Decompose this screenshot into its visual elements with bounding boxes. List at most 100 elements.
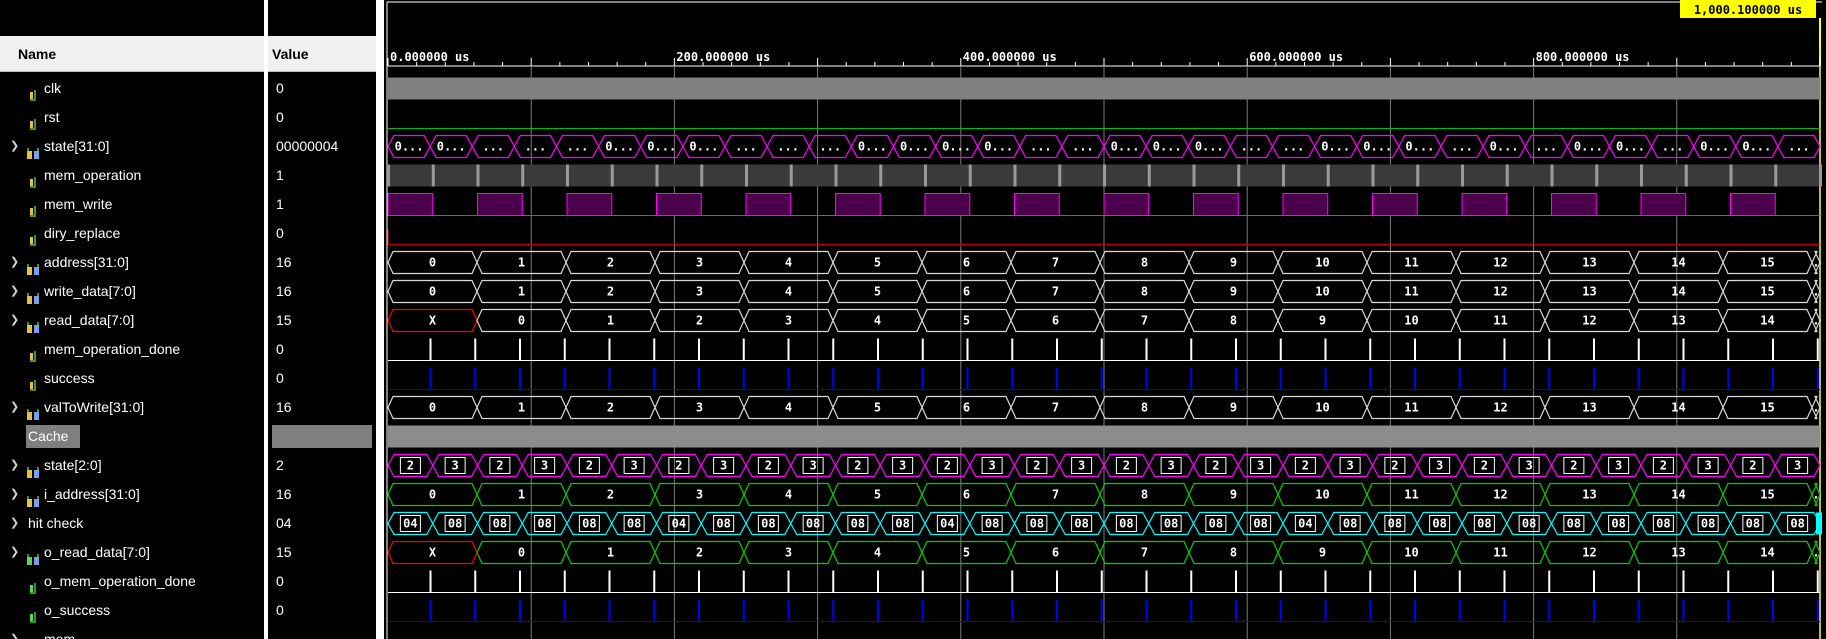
signal-value — [268, 625, 376, 639]
signal-row-diry-replace[interactable]: diry_replace — [0, 219, 264, 248]
ruler-time-label: 600.000000 us — [1249, 50, 1343, 64]
name-column-header[interactable]: Name — [0, 36, 264, 72]
cyan-edge-marker — [1816, 512, 1822, 535]
bus-value-label: 08 — [1074, 517, 1088, 531]
bus-value-label: 08 — [806, 517, 820, 531]
bus-value-label: 08 — [1656, 517, 1670, 531]
signal-row-cache[interactable]: Cache — [0, 422, 264, 451]
signal-row-valtowrite-31-0-[interactable]: ❯ valToWrite[31:0] — [0, 393, 264, 422]
expand-chevron-icon[interactable]: ❯ — [10, 277, 20, 306]
signal-row-address-31-0-[interactable]: ❯ address[31:0] — [0, 248, 264, 277]
expand-chevron-icon[interactable]: ❯ — [10, 451, 20, 480]
signal-name-label: address[31:0] — [44, 254, 129, 270]
bus-signal-icon — [27, 141, 40, 159]
signal-value: 04 — [276, 515, 292, 531]
expand-chevron-icon[interactable]: ❯ — [10, 480, 20, 509]
signal-row-read-data-7-0-[interactable]: ❯ read_data[7:0] — [0, 306, 264, 335]
bus-value-label: 2 — [1481, 459, 1488, 473]
bus-value-label: 2 — [1749, 459, 1756, 473]
mem-write-high — [835, 193, 881, 216]
waveform-pane[interactable]: 1,000.100000 us 0.000000 us 200.000000 us 4… — [384, 0, 1826, 639]
signal-row-write-data-7-0-[interactable]: ❯ write_data[7:0] — [0, 277, 264, 306]
mem-operation-gap — [655, 164, 659, 187]
bus-value-label: 7 — [1052, 401, 1059, 415]
signal-row-mem-write[interactable]: mem_write — [0, 190, 264, 219]
mem-operation-gap — [1729, 164, 1733, 187]
mem-write-high — [566, 193, 613, 216]
bus-value-label: 15 — [1760, 401, 1774, 415]
bus-value-label: 0... — [1574, 140, 1603, 154]
bus-value-label: 0... — [437, 140, 466, 154]
bus-value-label: 10 — [1404, 546, 1418, 560]
signal-row-o-success[interactable]: o_success — [0, 596, 264, 625]
scalar-signal-icon — [27, 83, 40, 101]
mem-write-high — [1103, 193, 1150, 216]
signal-name-label: mem — [44, 631, 76, 639]
bus-value-label: 0... — [1700, 140, 1729, 154]
bus-value-label: 11 — [1493, 314, 1507, 328]
ruler-time-label: 200.000000 us — [676, 50, 770, 64]
mem-write-high — [1730, 193, 1776, 216]
bus-value-label: 13 — [1671, 546, 1685, 560]
bus-value-label: 12 — [1493, 285, 1507, 299]
expand-chevron-icon[interactable]: ❯ — [10, 248, 20, 277]
bus-value-label: X — [429, 546, 437, 560]
bus-value-label: 12 — [1493, 256, 1507, 270]
signal-name-label: success — [44, 370, 95, 386]
mem-operation-gap — [924, 164, 927, 187]
expand-chevron-icon[interactable]: ❯ — [10, 306, 20, 335]
expand-chevron-icon[interactable]: ❯ — [10, 538, 20, 567]
signal-row-mem[interactable]: ❯ mem — [0, 625, 264, 639]
bus-value-label: 9 — [1319, 314, 1326, 328]
signal-row-success[interactable]: success — [0, 364, 264, 393]
scalar-signal-icon — [27, 170, 40, 188]
signal-name-label: mem_write — [44, 196, 113, 212]
signal-value: 1 — [276, 196, 284, 212]
bus-value-label: 3 — [1526, 459, 1533, 473]
bus-value-label: 08 — [582, 517, 596, 531]
signal-row-o-read-data-7-0-[interactable]: ❯ o_read_data[7:0] — [0, 538, 264, 567]
signal-value: 16 — [276, 399, 292, 415]
bus-value-label: 2 — [607, 285, 614, 299]
mem-operation-gap — [1237, 164, 1241, 187]
signal-value: 16 — [276, 254, 292, 270]
value-column-header[interactable]: Value — [268, 36, 376, 72]
signal-row-i-address-31-0-[interactable]: ❯ i_address[31:0] — [0, 480, 264, 509]
signal-row-hit-check[interactable]: ❯ hit check — [0, 509, 264, 538]
bus-value-label: ... — [1535, 140, 1557, 154]
bus-value-label: . — [1812, 488, 1819, 502]
mem-operation-gap — [789, 164, 793, 187]
bus-value-label: 6 — [1052, 314, 1059, 328]
bus-value-label: ... — [1283, 140, 1305, 154]
bus-value-label: 4 — [785, 401, 792, 415]
bus-value-label: 2 — [1212, 459, 1219, 473]
pane-splitter[interactable] — [376, 0, 384, 639]
signal-row-mem-operation[interactable]: mem_operation — [0, 161, 264, 190]
signal-row-mem-operation-done[interactable]: mem_operation_done — [0, 335, 264, 364]
expand-chevron-icon[interactable]: ❯ — [10, 509, 20, 538]
scalar-signal-icon — [27, 373, 40, 391]
signal-name-label: read_data[7:0] — [44, 312, 135, 328]
expand-chevron-icon[interactable]: ❯ — [10, 625, 20, 639]
bus-value-label: 10 — [1315, 285, 1329, 299]
bus-value-label: 08 — [895, 517, 909, 531]
signal-row-o-mem-operation-done[interactable]: o_mem_operation_done — [0, 567, 264, 596]
signal-value: 16 — [276, 283, 292, 299]
expand-chevron-icon[interactable]: ❯ — [10, 393, 20, 422]
signal-row-state-31-0-[interactable]: ❯ state[31:0] — [0, 132, 264, 161]
bus-value-label: 7 — [1141, 546, 1148, 560]
bus-value-label: 9 — [1230, 256, 1237, 270]
bus-value-label: 3 — [631, 459, 638, 473]
bus-value-label: 2 — [765, 459, 772, 473]
signal-row-rst[interactable]: rst — [0, 103, 264, 132]
mem-operation-gap — [1013, 164, 1017, 187]
bus-value-label: 1 — [518, 488, 525, 502]
mem-operation-gap — [521, 164, 525, 187]
bus-value-label: 4 — [785, 285, 792, 299]
bus-value-label: 2 — [1302, 459, 1309, 473]
bus-value-label: 8 — [1230, 314, 1237, 328]
expand-chevron-icon[interactable]: ❯ — [10, 132, 20, 161]
waveform-canvas[interactable]: 1,000.100000 us 0.000000 us 200.000000 us 4… — [384, 0, 1826, 639]
signal-row-clk[interactable]: clk — [0, 74, 264, 103]
signal-row-state-2-0-[interactable]: ❯ state[2:0] — [0, 451, 264, 480]
